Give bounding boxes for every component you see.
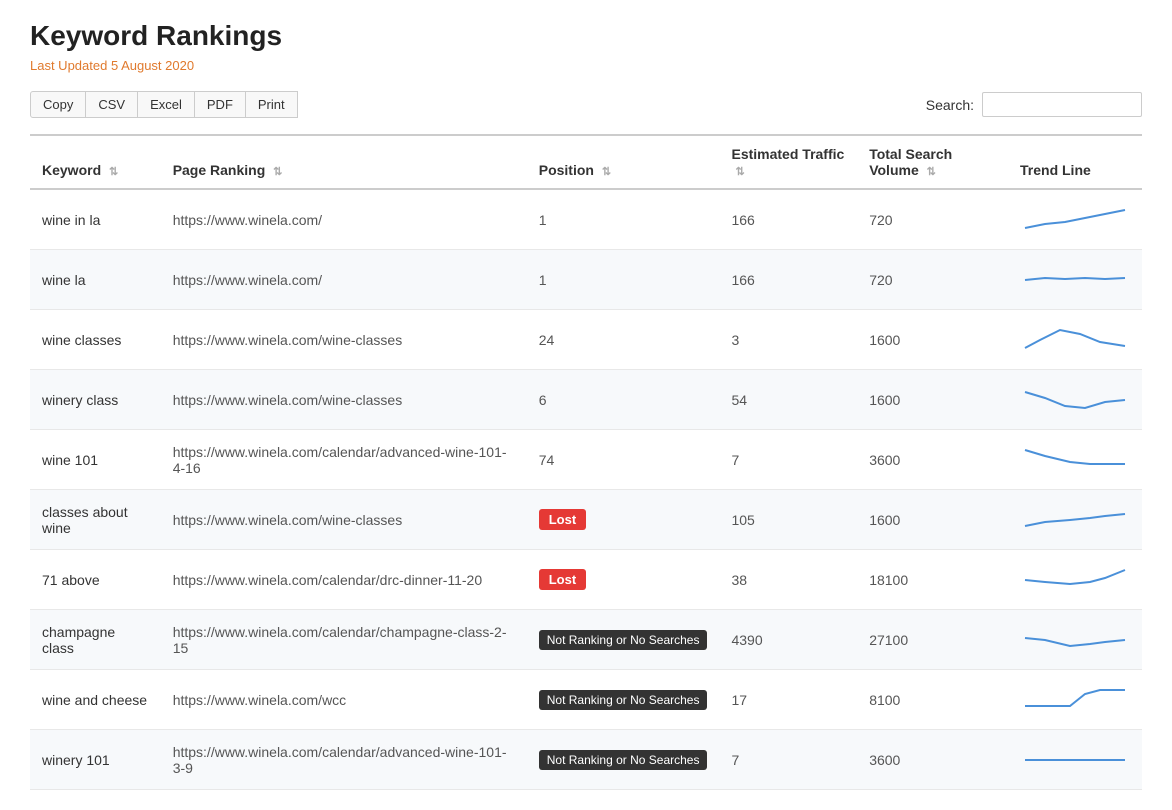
print-button[interactable]: Print (245, 91, 298, 118)
table-header-row: Keyword ⇅ Page Ranking ⇅ Position ⇅ Esti… (30, 135, 1142, 189)
estimated-traffic-cell: 38 (719, 550, 857, 610)
position-cell: Not Ranking or No Searches (527, 670, 720, 730)
trend-line-cell (1008, 610, 1142, 670)
col-estimated-traffic[interactable]: Estimated Traffic ⇅ (719, 135, 857, 189)
table-row: 71 abovehttps://www.winela.com/calendar/… (30, 550, 1142, 610)
sort-icon-page-ranking: ⇅ (273, 165, 282, 178)
col-trend-line: Trend Line (1008, 135, 1142, 189)
position-cell: 24 (527, 310, 720, 370)
trend-line-cell (1008, 670, 1142, 730)
estimated-traffic-cell: 105 (719, 490, 857, 550)
keyword-cell: champagne class (30, 610, 161, 670)
total-search-volume-cell: 18100 (857, 550, 1008, 610)
page-ranking-cell: https://www.winela.com/calendar/advanced… (161, 430, 527, 490)
total-search-volume-cell: 1600 (857, 370, 1008, 430)
estimated-traffic-cell: 7 (719, 730, 857, 790)
trend-line-cell (1008, 490, 1142, 550)
position-cell: 6 (527, 370, 720, 430)
page-ranking-cell: https://www.winela.com/wine-classes (161, 370, 527, 430)
total-search-volume-cell: 3600 (857, 430, 1008, 490)
estimated-traffic-cell: 17 (719, 670, 857, 730)
copy-button[interactable]: Copy (30, 91, 86, 118)
keyword-cell: wine in la (30, 189, 161, 250)
sort-icon-keyword: ⇅ (109, 165, 118, 178)
col-position[interactable]: Position ⇅ (527, 135, 720, 189)
trend-line-cell (1008, 370, 1142, 430)
sort-icon-position: ⇅ (602, 165, 611, 178)
lost-badge: Lost (539, 509, 586, 530)
page-title: Keyword Rankings (30, 20, 1142, 52)
position-cell: Not Ranking or No Searches (527, 610, 720, 670)
table-row: wine lahttps://www.winela.com/1166720 (30, 250, 1142, 310)
total-search-volume-cell: 3600 (857, 730, 1008, 790)
trend-line-cell (1008, 550, 1142, 610)
keyword-cell: 71 above (30, 550, 161, 610)
table-row: classes about winehttps://www.winela.com… (30, 490, 1142, 550)
keyword-cell: wine classes (30, 310, 161, 370)
trend-line-cell (1008, 430, 1142, 490)
sort-icon-estimated-traffic: ⇅ (735, 165, 744, 178)
toolbar: Copy CSV Excel PDF Print Search: (30, 91, 1142, 118)
table-row: wine classeshttps://www.winela.com/wine-… (30, 310, 1142, 370)
position-cell: Lost (527, 490, 720, 550)
keyword-cell: wine la (30, 250, 161, 310)
page-ranking-cell: https://www.winela.com/wine-classes (161, 310, 527, 370)
position-cell: 1 (527, 189, 720, 250)
position-cell: 74 (527, 430, 720, 490)
last-updated: Last Updated 5 August 2020 (30, 58, 1142, 73)
total-search-volume-cell: 8100 (857, 670, 1008, 730)
page-ranking-cell: https://www.winela.com/calendar/champagn… (161, 610, 527, 670)
search-label: Search: (926, 97, 974, 113)
estimated-traffic-cell: 4390 (719, 610, 857, 670)
page-ranking-cell: https://www.winela.com/ (161, 250, 527, 310)
position-cell: 1 (527, 250, 720, 310)
estimated-traffic-cell: 166 (719, 189, 857, 250)
page-ranking-cell: https://www.winela.com/calendar/advanced… (161, 730, 527, 790)
estimated-traffic-cell: 54 (719, 370, 857, 430)
col-keyword[interactable]: Keyword ⇅ (30, 135, 161, 189)
total-search-volume-cell: 720 (857, 250, 1008, 310)
page-ranking-cell: https://www.winela.com/wcc (161, 670, 527, 730)
estimated-traffic-cell: 7 (719, 430, 857, 490)
pdf-button[interactable]: PDF (194, 91, 246, 118)
table-row: winery 101https://www.winela.com/calenda… (30, 730, 1142, 790)
keyword-rankings-table: Keyword ⇅ Page Ranking ⇅ Position ⇅ Esti… (30, 134, 1142, 790)
table-row: wine 101https://www.winela.com/calendar/… (30, 430, 1142, 490)
search-area: Search: (926, 92, 1142, 117)
trend-line-cell (1008, 730, 1142, 790)
trend-line-cell (1008, 189, 1142, 250)
page-ranking-cell: https://www.winela.com/calendar/drc-dinn… (161, 550, 527, 610)
sort-icon-total-search-volume: ⇅ (927, 165, 936, 178)
total-search-volume-cell: 1600 (857, 310, 1008, 370)
keyword-cell: winery class (30, 370, 161, 430)
total-search-volume-cell: 1600 (857, 490, 1008, 550)
position-cell: Not Ranking or No Searches (527, 730, 720, 790)
table-row: wine in lahttps://www.winela.com/1166720 (30, 189, 1142, 250)
page-ranking-cell: https://www.winela.com/ (161, 189, 527, 250)
trend-line-cell (1008, 250, 1142, 310)
total-search-volume-cell: 720 (857, 189, 1008, 250)
estimated-traffic-cell: 166 (719, 250, 857, 310)
not-ranking-badge: Not Ranking or No Searches (539, 750, 708, 770)
keyword-cell: winery 101 (30, 730, 161, 790)
excel-button[interactable]: Excel (137, 91, 195, 118)
total-search-volume-cell: 27100 (857, 610, 1008, 670)
keyword-cell: wine 101 (30, 430, 161, 490)
csv-button[interactable]: CSV (85, 91, 138, 118)
position-cell: Lost (527, 550, 720, 610)
table-row: champagne classhttps://www.winela.com/ca… (30, 610, 1142, 670)
lost-badge: Lost (539, 569, 586, 590)
search-input[interactable] (982, 92, 1142, 117)
page-ranking-cell: https://www.winela.com/wine-classes (161, 490, 527, 550)
table-row: wine and cheesehttps://www.winela.com/wc… (30, 670, 1142, 730)
col-page-ranking[interactable]: Page Ranking ⇅ (161, 135, 527, 189)
trend-line-cell (1008, 310, 1142, 370)
keyword-cell: classes about wine (30, 490, 161, 550)
keyword-cell: wine and cheese (30, 670, 161, 730)
estimated-traffic-cell: 3 (719, 310, 857, 370)
not-ranking-badge: Not Ranking or No Searches (539, 630, 708, 650)
col-total-search-volume[interactable]: Total Search Volume ⇅ (857, 135, 1008, 189)
table-row: winery classhttps://www.winela.com/wine-… (30, 370, 1142, 430)
not-ranking-badge: Not Ranking or No Searches (539, 690, 708, 710)
